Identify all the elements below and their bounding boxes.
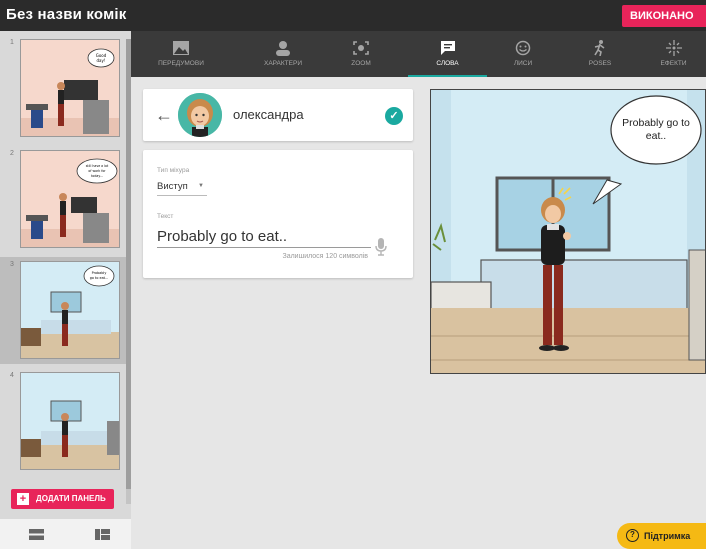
panel-number: 2: [10, 150, 14, 157]
image-icon: [173, 41, 189, 55]
tab-characters[interactable]: ХАРАКТЕРИ: [243, 31, 323, 77]
plus-icon: +: [17, 493, 29, 505]
bubble-type-label: Тип міхура: [157, 167, 190, 174]
person-icon: [276, 41, 290, 56]
check-icon[interactable]: ✓: [385, 107, 403, 125]
sidebar-scrollbar[interactable]: [126, 39, 131, 504]
text-label: Текст: [157, 213, 174, 220]
editor-toolbar: ПЕРЕДУМОВИ ХАРАКТЕРИ ZOOM СЛОВА ЛИСИ POS…: [131, 31, 706, 77]
svg-text:Probably: Probably: [92, 271, 107, 275]
view-mode-bar: [0, 519, 131, 549]
top-bar: Без назви комік ВИКОНАНО: [0, 0, 706, 31]
chevron-down-icon[interactable]: ▼: [198, 183, 204, 189]
panel-number: 4: [10, 372, 14, 379]
panel-thumbnail-2[interactable]: 2 still have a lot of work for today...: [0, 146, 131, 253]
panel-number: 1: [10, 39, 14, 46]
tab-faces[interactable]: ЛИСИ: [487, 31, 559, 77]
panel-number: 3: [10, 261, 14, 268]
svg-text:still have a lot: still have a lot: [86, 164, 109, 168]
panel-thumbnail-4[interactable]: 4: [0, 368, 131, 475]
tab-zoom[interactable]: ZOOM: [326, 31, 396, 77]
speech-bubble-text[interactable]: Probably go to eat..: [620, 117, 692, 143]
speaker-card: ← олександра ✓: [143, 89, 413, 141]
avatar: [178, 93, 222, 137]
panel-preview: Good day!: [20, 39, 120, 137]
panel-preview: Probably go to eat...: [20, 261, 120, 359]
tab-effects[interactable]: ЕФЕКТИ: [641, 31, 706, 77]
bubble-options-card: Тип міхура Виступ ▼ Текст Probably go to…: [143, 150, 413, 278]
running-person-icon: [594, 40, 605, 56]
svg-text:day!: day!: [97, 58, 106, 63]
tab-backgrounds[interactable]: ПЕРЕДУМОВИ: [141, 31, 221, 77]
zoom-icon: [353, 41, 369, 55]
bubble-type-select[interactable]: Виступ: [157, 181, 188, 192]
list-view-icon[interactable]: [29, 529, 44, 540]
help-icon: ?: [626, 529, 639, 542]
grid-view-icon[interactable]: [95, 529, 110, 540]
support-button[interactable]: ? Підтримка: [617, 523, 706, 549]
microphone-icon[interactable]: [375, 238, 387, 256]
svg-text:today...: today...: [91, 174, 103, 178]
bubble-text-input[interactable]: Probably go to eat..: [157, 228, 287, 245]
done-button[interactable]: ВИКОНАНО: [622, 5, 706, 27]
sparkle-icon: [665, 40, 682, 56]
speaker-name: олександра: [233, 107, 304, 122]
speech-bubble-icon: [440, 41, 455, 55]
svg-text:of work for: of work for: [88, 169, 106, 173]
smiley-icon: [515, 40, 531, 56]
back-arrow-icon[interactable]: ←: [155, 105, 173, 126]
svg-text:go to eat...: go to eat...: [90, 276, 109, 280]
panel-thumbnail-1[interactable]: 1 Good day!: [0, 35, 131, 142]
comic-title[interactable]: Без назви комік: [6, 6, 126, 23]
panel-sidebar: 1 Good day! 2 still have a lot of work f…: [0, 31, 131, 549]
tab-poses[interactable]: POSES: [565, 31, 635, 77]
tab-words[interactable]: СЛОВА: [408, 31, 487, 77]
panel-preview: [20, 372, 120, 470]
remaining-chars: Залишилося 120 символів: [282, 253, 368, 260]
panel-thumbnail-3[interactable]: 3 Probably go to eat...: [0, 257, 131, 364]
support-label: Підтримка: [644, 531, 691, 541]
panel-preview: still have a lot of work for today...: [20, 150, 120, 248]
add-panel-button[interactable]: + ДОДАТИ ПАНЕЛЬ: [11, 489, 114, 509]
add-panel-label: ДОДАТИ ПАНЕЛЬ: [36, 494, 106, 503]
